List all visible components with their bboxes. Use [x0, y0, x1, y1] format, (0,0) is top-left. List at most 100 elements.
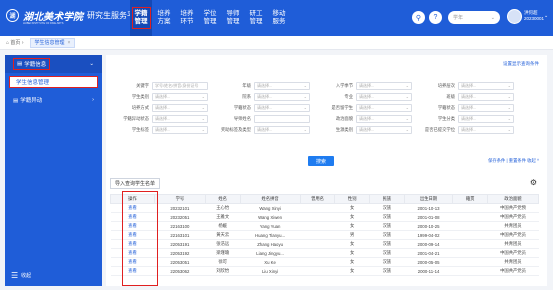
cell: Liu Xinyi: [240, 266, 301, 276]
nav-item-research-management[interactable]: 研工 管理: [245, 0, 267, 36]
cell: 中国共产党员: [487, 230, 539, 240]
nav-item-training-plan[interactable]: 培养 方案: [153, 0, 175, 36]
search-button[interactable]: 搜索: [308, 156, 334, 166]
chevron-down-icon: ⌄: [303, 83, 307, 88]
cell: 1999-04-02: [404, 230, 453, 240]
class-select[interactable]: 请选择... ⌄: [458, 92, 514, 101]
tab-student-info[interactable]: 学生信息管理 ×: [29, 37, 76, 48]
table-row: 查看 20232101 王心怡 Wang Xinyi 女汉族 2001-10-13 中国共产…: [110, 203, 539, 213]
training-level-select[interactable]: 请选择... ⌄: [458, 81, 514, 90]
column-header[interactable]: 曾用名: [299, 194, 336, 204]
major-select[interactable]: 请选择... ⌄: [356, 92, 412, 101]
nav-item-degree-management[interactable]: 学位 管理: [199, 0, 221, 36]
chevron-down-icon: ⌄: [507, 105, 511, 110]
field-label: 入学季节: [335, 82, 353, 88]
sidebar-collapse[interactable]: ☰ 收起: [11, 271, 31, 280]
field-value: 请选择...: [257, 82, 273, 88]
status-select[interactable]: 请选择... ⌄: [254, 103, 310, 112]
user-id: 20230001: [524, 16, 545, 21]
cell: 汉族: [369, 266, 405, 276]
nav-item-mobile-service[interactable]: 移动 服务: [268, 0, 290, 36]
user-info[interactable]: 洪何超 20230001: [524, 10, 544, 22]
field-value: 请选择...: [359, 126, 375, 132]
column-header[interactable]: 出生日期: [403, 194, 454, 204]
international-student-select[interactable]: 请选择... ⌄: [356, 103, 412, 112]
source-category-select[interactable]: 请选择... ⌄: [356, 125, 412, 134]
chevron-down-icon[interactable]: ⌄: [544, 13, 548, 19]
brand[interactable]: 湖 湖北美术学院 HUBEI INSTITUTE OF FINE ARTS 研究…: [6, 8, 143, 25]
tutor-name-input[interactable]: [254, 114, 310, 123]
column-header[interactable]: 籍贯: [452, 194, 488, 204]
award-tag-select[interactable]: 请选择... ⌄: [254, 125, 310, 134]
cell: 女: [334, 212, 370, 222]
department-select[interactable]: 请选择... ⌄: [254, 92, 310, 101]
student-class-select[interactable]: 请选择... ⌄: [458, 114, 514, 123]
chevron-right-icon: ›: [92, 97, 94, 103]
field-value: 请选择...: [359, 93, 375, 99]
field-label: 学生类别: [131, 93, 149, 99]
avatar[interactable]: [507, 9, 522, 24]
cell: 2000-05-05: [404, 257, 453, 267]
field-value: 请选择...: [155, 115, 171, 121]
cell: 共青团员: [487, 221, 539, 231]
column-header[interactable]: 姓名拼音: [239, 194, 301, 204]
student-tag-select[interactable]: 请选择... ⌄: [152, 125, 208, 134]
grade-select[interactable]: 请选择... ⌄: [254, 81, 310, 90]
sidebar-item-student-info[interactable]: 学生信息管理: [9, 76, 98, 88]
column-header[interactable]: 政治面貌: [487, 194, 539, 204]
training-mode-select[interactable]: 请选择... ⌄: [152, 103, 208, 112]
column-header[interactable]: 学号: [153, 194, 206, 204]
field-value: 学号/姓名/拼音/身份证号: [155, 82, 199, 88]
field-label: 学生标签: [131, 126, 149, 132]
chevron-down-icon: ⌄: [303, 94, 307, 99]
chevron-down-icon: ⌄: [405, 127, 409, 132]
field-label: 学籍异动状态: [123, 115, 149, 121]
enroll-season-select[interactable]: 请选择... ⌄: [356, 81, 412, 90]
column-header[interactable]: 姓名: [204, 194, 241, 204]
menu-icon: ☰: [11, 271, 19, 280]
search-icon[interactable]: ⚲: [412, 11, 425, 24]
query-actions[interactable]: 保存条件 | 重置条件 收起 ^: [488, 158, 539, 164]
cell: 女: [334, 248, 370, 258]
import-student-list-button[interactable]: 导入查询学生名单: [110, 178, 161, 189]
year-select[interactable]: 学年 ⌄: [448, 11, 500, 24]
close-icon[interactable]: ×: [68, 40, 71, 46]
cell: 女: [334, 266, 370, 276]
display-query-settings-link[interactable]: 设置显示查询条件: [503, 61, 539, 67]
student-category-select[interactable]: 请选择... ⌄: [152, 92, 208, 101]
column-header[interactable]: 性别: [334, 194, 371, 204]
nav-label: 培养: [180, 10, 194, 17]
cell: 汉族: [369, 230, 405, 240]
cell: 中国共产党员: [487, 248, 539, 258]
chevron-down-icon: ⌄: [201, 127, 205, 132]
nav-label: 学籍: [134, 10, 148, 17]
political-status-select[interactable]: 请选择... ⌄: [356, 114, 412, 123]
gear-icon[interactable]: ⚙: [530, 178, 537, 187]
cell: 杨媛: [205, 221, 241, 231]
nav-label: 管理: [134, 18, 148, 25]
status-change-select[interactable]: 请选择... ⌄: [152, 114, 208, 123]
search-form: 关键字 学号/姓名/拼音/身份证号 年级 请选择... ⌄ 入学季节 请选择... ⌄ 培…: [110, 81, 520, 136]
cell: Liang Jingyu...: [240, 248, 301, 258]
sidebar-group-status-change[interactable]: ▤ 学籍异动 ›: [5, 91, 102, 109]
form-row: 关键字 学号/姓名/拼音/身份证号 年级 请选择... ⌄ 入学季节 请选择... ⌄ 培…: [110, 81, 520, 90]
nav-item-training-link[interactable]: 培养 环节: [176, 0, 198, 36]
table-row: 查看 20232051 王雅文 Wang Xiwen 女汉族 2001-01-08 中国共产…: [110, 212, 539, 222]
keyword-input[interactable]: 学号/姓名/拼音/身份证号: [152, 81, 208, 90]
field-value: 请选择...: [461, 126, 477, 132]
cell: [452, 257, 488, 267]
nav-item-tutor-management[interactable]: 导师 管理: [222, 0, 244, 36]
top-navigation-bar: 湖 湖北美术学院 HUBEI INSTITUTE OF FINE ARTS 研究…: [0, 0, 553, 36]
status-select-2[interactable]: 请选择... ⌄: [458, 103, 514, 112]
cell: 22053051: [154, 257, 206, 267]
tab-home[interactable]: ⌂ 首页 ›: [6, 39, 24, 46]
nav-item-status-management[interactable]: 学籍 管理: [130, 0, 152, 36]
degree-submitted-select[interactable]: 请选择... ⌄: [458, 125, 514, 134]
sidebar-group-status-info[interactable]: ▤ 学籍信息 ⌄: [5, 55, 102, 73]
sidebar-group-label: 学籍异动: [20, 98, 43, 104]
cell: 汉族: [369, 239, 405, 249]
cell: 徐可: [205, 257, 241, 267]
field-value: 请选择...: [155, 93, 171, 99]
help-icon[interactable]: ?: [429, 11, 442, 24]
column-header[interactable]: 民族: [369, 194, 405, 204]
